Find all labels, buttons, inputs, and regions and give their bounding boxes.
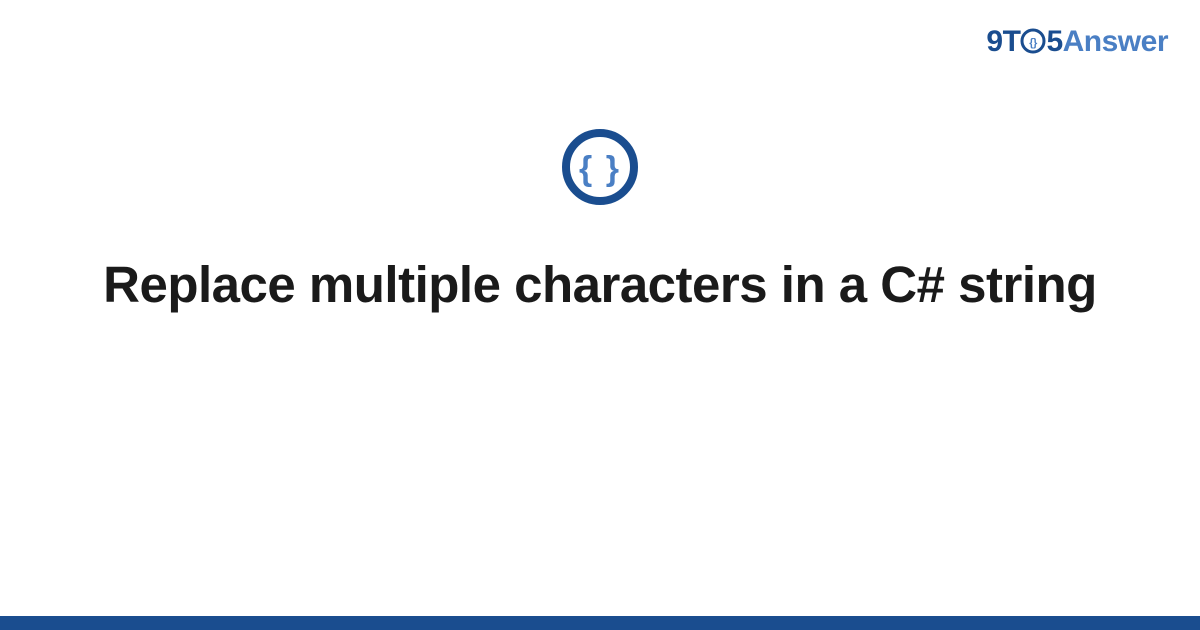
brand-part-nine: 9 — [986, 25, 1002, 58]
svg-text:{}: {} — [1030, 37, 1039, 49]
brand-o-icon: {} — [1020, 28, 1046, 54]
brand-part-t: T — [1003, 25, 1021, 58]
code-braces-icon: { } — [561, 128, 639, 211]
brand-part-five: 5 — [1046, 25, 1062, 58]
svg-text:{ }: { } — [579, 150, 621, 188]
page-title: Replace multiple characters in a C# stri… — [100, 252, 1100, 317]
brand-logo: 9T {} 5Answer — [986, 25, 1168, 59]
footer-accent-bar — [0, 616, 1200, 630]
brand-part-answer: Answer — [1063, 25, 1168, 58]
